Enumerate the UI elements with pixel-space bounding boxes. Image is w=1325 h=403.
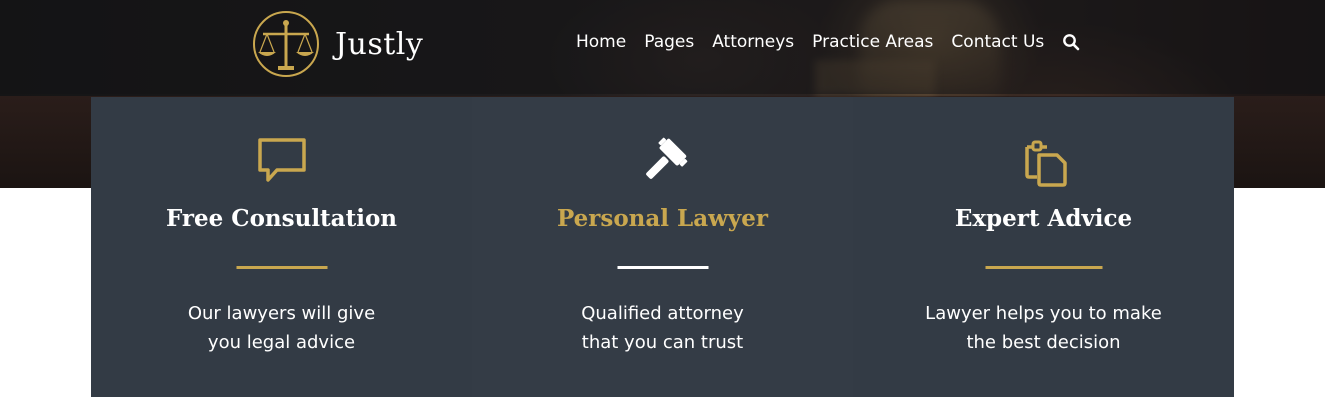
- feature-card-personal-lawyer: Personal Lawyer Qualified attorney that …: [472, 97, 853, 397]
- nav-item-attorneys[interactable]: Attorneys: [712, 32, 794, 52]
- title-underline: [985, 266, 1102, 269]
- chat-bubble-icon: [257, 138, 306, 182]
- gavel-icon: [645, 137, 687, 179]
- main-navigation: Home Pages Attorneys Practice Areas Cont…: [576, 32, 1080, 52]
- feature-title: Free Consultation: [165, 205, 398, 232]
- nav-item-home[interactable]: Home: [576, 32, 626, 52]
- title-underline: [617, 266, 708, 269]
- search-icon[interactable]: [1062, 33, 1080, 51]
- feature-description-line2: you legal advice: [207, 332, 356, 353]
- feature-description-line2: the best decision: [966, 332, 1121, 353]
- feature-description-line1: Our lawyers will give: [187, 303, 376, 324]
- nav-item-practice-areas[interactable]: Practice Areas: [812, 32, 933, 52]
- feature-description: Qualified attorney that you can trust: [512, 299, 813, 357]
- clipboard-copy-icon: [1024, 140, 1067, 187]
- feature-description: Lawyer helps you to make the best decisi…: [893, 299, 1194, 357]
- feature-description-line1: Lawyer helps you to make: [925, 303, 1162, 324]
- feature-card-free-consultation: Free Consultation Our lawyers will give …: [91, 97, 472, 397]
- feature-card-expert-advice: Expert Advice Lawyer helps you to make t…: [853, 97, 1234, 397]
- nav-item-contact-us[interactable]: Contact Us: [951, 32, 1044, 52]
- scales-of-justice-icon: [253, 11, 319, 77]
- feature-title: Personal Lawyer: [556, 205, 769, 232]
- feature-description: Our lawyers will give you legal advice: [131, 299, 432, 357]
- nav-item-pages[interactable]: Pages: [644, 32, 694, 52]
- brand-logo[interactable]: Justly: [245, 10, 425, 78]
- title-underline: [236, 266, 327, 269]
- features-section: Free Consultation Our lawyers will give …: [91, 97, 1234, 397]
- top-navbar: Justly Home Pages Attorneys Practice Are…: [0, 0, 1325, 94]
- feature-description-line2: that you can trust: [581, 332, 744, 353]
- feature-description-line1: Qualified attorney: [581, 303, 744, 324]
- brand-name: Justly: [335, 26, 424, 62]
- feature-title: Expert Advice: [954, 205, 1133, 232]
